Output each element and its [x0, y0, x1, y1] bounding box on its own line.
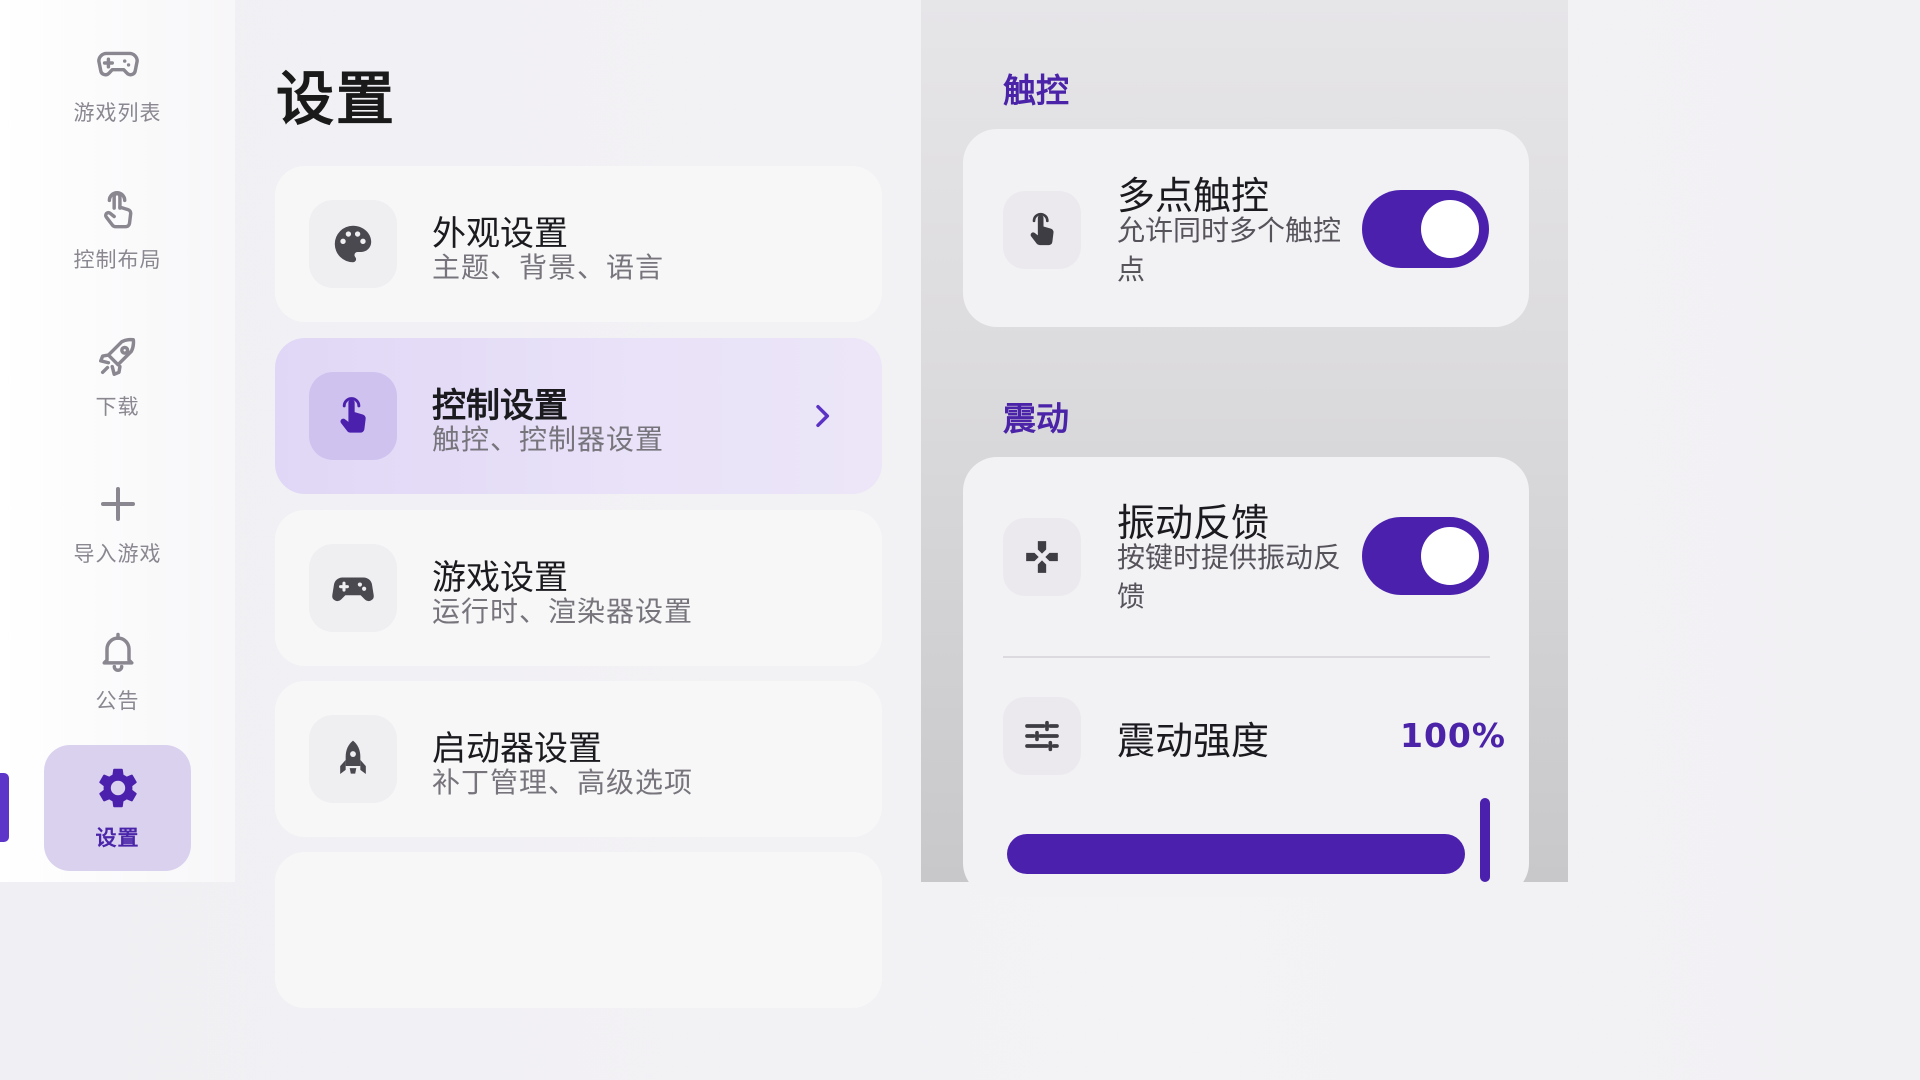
- touch-hand-icon: [1003, 191, 1081, 269]
- section-title-vibration: 震动: [1003, 399, 1069, 438]
- nav-label: 游戏列表: [73, 101, 162, 125]
- side-navigation: 游戏列表 控制布局 下载 导入游戏 公告 设置: [0, 0, 235, 882]
- nav-item-download[interactable]: 下载: [44, 314, 191, 440]
- plus-icon: [94, 480, 142, 528]
- category-subtitle: 触控、控制器设置: [432, 423, 665, 456]
- settings-category-game[interactable]: 游戏设置 运行时、渲染器设置: [275, 510, 882, 666]
- category-subtitle: 主题、背景、语言: [432, 251, 665, 284]
- chevron-right-icon: [816, 404, 830, 428]
- vibration-intensity-slider-handle[interactable]: [1480, 798, 1490, 882]
- nav-item-announcements[interactable]: 公告: [44, 608, 191, 734]
- divider: [1003, 656, 1490, 658]
- touch-hand-icon: [94, 186, 142, 234]
- gear-icon: [94, 764, 142, 812]
- nav-item-control-layout[interactable]: 控制布局: [44, 167, 191, 293]
- category-subtitle: 补丁管理、高级选项: [432, 766, 694, 799]
- settings-category-launcher[interactable]: 启动器设置 补丁管理、高级选项: [275, 681, 882, 837]
- sliders-icon: [1003, 697, 1081, 775]
- nav-label: 设置: [95, 826, 140, 850]
- nav-label: 控制布局: [73, 248, 162, 272]
- gamepad-icon: [94, 39, 142, 87]
- active-indicator: [0, 773, 9, 842]
- nav-item-game-list[interactable]: 游戏列表: [44, 20, 191, 146]
- nav-label: 公告: [95, 689, 140, 713]
- vibration-intensity-title: 震动强度: [1117, 719, 1270, 763]
- vibration-intensity-slider-track[interactable]: [1007, 834, 1465, 874]
- bell-icon: [94, 627, 142, 675]
- rocket-icon: [309, 715, 397, 803]
- settings-category-appearance[interactable]: 外观设置 主题、背景、语言: [275, 166, 882, 322]
- category-subtitle: 运行时、渲染器设置: [432, 595, 694, 628]
- settings-category-controls[interactable]: 控制设置 触控、控制器设置: [275, 338, 882, 494]
- touch-hand-icon: [309, 372, 397, 460]
- nav-label: 下载: [95, 395, 140, 419]
- vibration-intensity-value: 100%: [1400, 716, 1506, 755]
- palette-icon: [309, 200, 397, 288]
- nav-label: 导入游戏: [73, 542, 162, 566]
- nav-item-settings[interactable]: 设置: [44, 745, 191, 871]
- page-title: 设置: [276, 65, 397, 133]
- section-title-touch: 触控: [1003, 71, 1069, 110]
- multi-touch-subtitle: 允许同时多个触控点: [1117, 214, 1342, 286]
- toggle-knob: [1421, 527, 1479, 585]
- haptic-feedback-toggle[interactable]: [1362, 517, 1489, 595]
- multi-touch-toggle[interactable]: [1362, 190, 1489, 268]
- toggle-knob: [1421, 200, 1479, 258]
- dpad-icon: [1003, 518, 1081, 596]
- nav-item-import-game[interactable]: 导入游戏: [44, 461, 191, 587]
- gamepad-icon: [309, 544, 397, 632]
- rocket-icon: [94, 333, 142, 381]
- haptic-feedback-subtitle: 按键时提供振动反馈: [1117, 541, 1342, 613]
- settings-category-more[interactable]: [275, 852, 882, 1008]
